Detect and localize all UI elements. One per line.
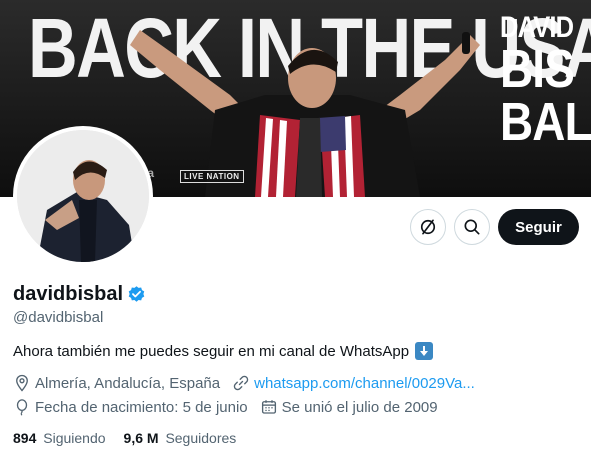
birthday-item: Fecha de nacimiento: 5 de junio: [13, 398, 248, 416]
website-item[interactable]: whatsapp.com/channel/0029Va...: [232, 374, 475, 392]
search-icon: [464, 219, 480, 235]
banner-artist-name: DAVID BIS BAL: [500, 10, 591, 153]
profile-stats: 894 Siguiendo 9,6 M Seguidores: [13, 430, 254, 446]
profile-meta-row: Almería, Andalucía, España whatsapp.com/…: [13, 374, 487, 392]
website-link[interactable]: whatsapp.com/channel/0029Va...: [254, 375, 475, 392]
joined-item: Se unió el julio de 2009: [260, 398, 438, 416]
birthday-text: Fecha de nacimiento: 5 de junio: [35, 398, 248, 416]
more-options-button[interactable]: [410, 209, 446, 245]
followers-count: 9,6 M: [123, 430, 159, 446]
following-label: Siguiendo: [43, 430, 106, 446]
more-options-icon: [420, 219, 436, 235]
location-pin-icon: [16, 374, 28, 392]
profile-meta-row-2: Fecha de nacimiento: 5 de junio Se unió …: [13, 398, 450, 416]
profile-bio: Ahora también me puedes seguir en mi can…: [13, 342, 434, 360]
joined-text: Se unió el julio de 2009: [281, 398, 438, 416]
balloon-icon: [16, 399, 28, 416]
calendar-icon: [261, 400, 276, 414]
banner-name-line3: BAL: [500, 92, 591, 153]
banner-sponsor-logo: LIVE NATION: [180, 170, 244, 183]
follow-button[interactable]: Seguir: [498, 209, 579, 245]
bio-text: Ahora también me puedes seguir en mi can…: [13, 342, 410, 360]
avatar-image: [17, 130, 149, 262]
location-item: Almería, Andalucía, España: [13, 374, 220, 392]
following-link[interactable]: 894 Siguiendo: [13, 430, 106, 446]
profile-name-row: davidbisbal: [13, 283, 146, 306]
verified-badge-icon[interactable]: [127, 285, 146, 304]
search-profile-button[interactable]: [454, 209, 490, 245]
down-arrow-emoji-icon: [415, 342, 434, 360]
avatar[interactable]: [13, 126, 153, 266]
followers-link[interactable]: 9,6 M Seguidores: [124, 430, 237, 446]
profile-handle: @davidbisbal: [13, 309, 104, 326]
following-count: 894: [13, 430, 37, 446]
link-icon: [233, 375, 249, 391]
banner-name-line2: BIS: [500, 39, 575, 100]
display-name: davidbisbal: [13, 283, 124, 305]
location-text: Almería, Andalucía, España: [35, 374, 221, 392]
followers-label: Seguidores: [165, 430, 237, 446]
